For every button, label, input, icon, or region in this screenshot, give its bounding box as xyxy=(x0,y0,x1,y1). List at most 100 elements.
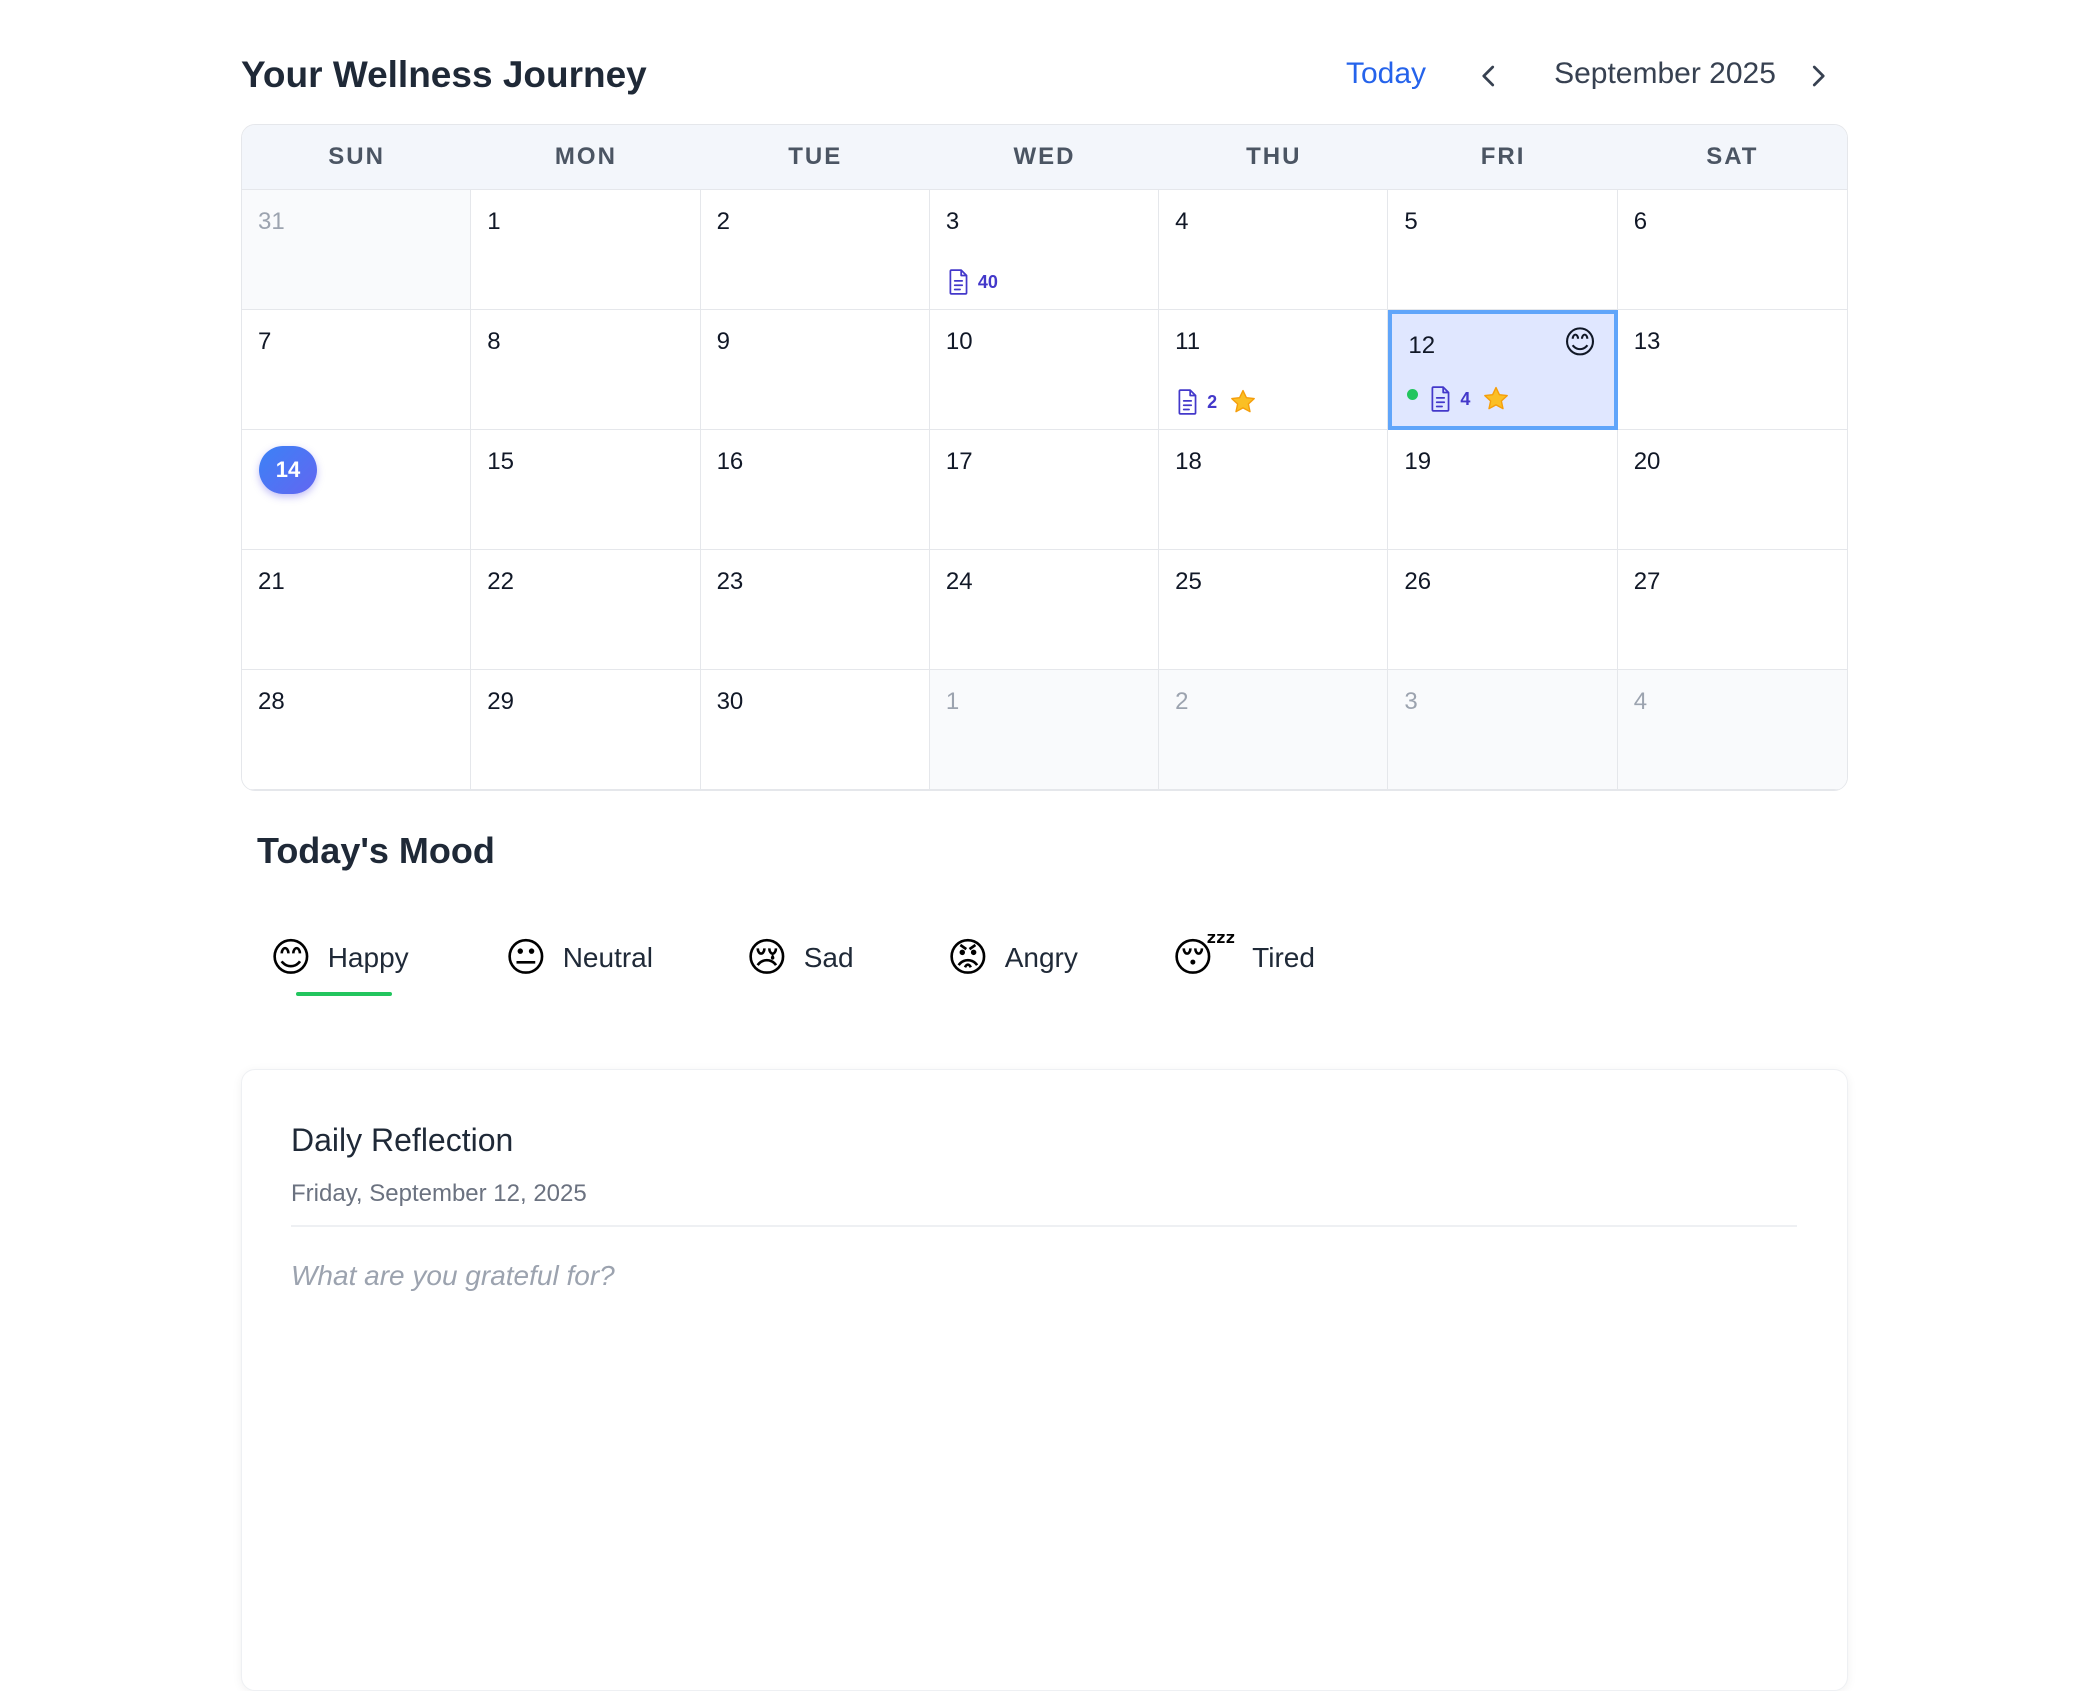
divider xyxy=(291,1225,1797,1227)
entry-count: 4 xyxy=(1460,388,1471,409)
calendar-day-today[interactable]: 14 xyxy=(242,430,472,550)
calendar-day[interactable]: 4 xyxy=(1617,670,1847,790)
star-icon xyxy=(1223,388,1257,416)
calendar-day[interactable]: 21 xyxy=(242,550,472,670)
day-number: 8 xyxy=(487,328,501,355)
day-number: 16 xyxy=(716,448,744,475)
mood-label: Sad xyxy=(803,942,854,973)
calendar-day[interactable]: 28 xyxy=(242,670,472,790)
day-number: 30 xyxy=(716,688,744,715)
weekday-header: WED xyxy=(1013,143,1076,170)
calendar-header: Your Wellness Journey Today September 20… xyxy=(241,50,1846,104)
day-number: 20 xyxy=(1633,448,1661,475)
calendar-day[interactable]: 25 xyxy=(1159,550,1389,670)
day-number: 21 xyxy=(258,568,285,595)
mood-emoji: 😢 xyxy=(746,936,788,980)
day-number: 18 xyxy=(1175,448,1202,475)
mood-indicator-dot xyxy=(1407,388,1419,400)
mood-label: Tired xyxy=(1252,942,1315,973)
mood-option-angry[interactable]: 😡 Angry xyxy=(947,930,1078,986)
calendar-day[interactable]: 4 xyxy=(1159,190,1389,310)
day-number: 15 xyxy=(487,448,514,475)
calendar-day[interactable]: 1 xyxy=(471,190,701,310)
calendar-day[interactable]: 8 xyxy=(471,310,701,430)
day-number: 26 xyxy=(1404,568,1432,595)
calendar-day[interactable]: 24 xyxy=(929,550,1160,670)
calendar-day[interactable]: 13 xyxy=(1617,310,1847,430)
mood-option-neutral[interactable]: 😐 Neutral xyxy=(505,930,653,986)
day-number: 12 xyxy=(1408,332,1436,359)
day-number: 11 xyxy=(1175,328,1201,355)
mood-option-tired[interactable]: 😴 Tired xyxy=(1172,930,1315,986)
day-number: 29 xyxy=(487,688,514,715)
daily-reflection-card: Daily Reflection Friday, September 12, 2… xyxy=(241,1069,1848,1691)
calendar-day[interactable]: 1 xyxy=(929,670,1160,790)
day-number: 14 xyxy=(259,446,317,494)
chevron-left-icon xyxy=(1482,65,1495,87)
day-indicators: 4 xyxy=(1407,385,1510,413)
day-number: 23 xyxy=(716,568,744,595)
calendar-day[interactable]: 22 xyxy=(471,550,701,670)
document-icon xyxy=(946,268,972,296)
calendar-day[interactable]: 7 xyxy=(242,310,472,430)
calendar-day[interactable]: 17 xyxy=(929,430,1160,550)
page-title: Your Wellness Journey xyxy=(241,54,647,95)
day-number: 3 xyxy=(1404,688,1418,715)
calendar-day[interactable]: 11 2 xyxy=(1159,310,1389,430)
calendar-day[interactable]: 3 xyxy=(1388,670,1618,790)
calendar-day[interactable]: 29 xyxy=(471,670,701,790)
mood-option-happy[interactable]: 😊 Happy xyxy=(270,930,409,986)
day-number: 5 xyxy=(1404,208,1418,235)
calendar-day[interactable]: 16 xyxy=(700,430,930,550)
day-number: 9 xyxy=(716,328,730,355)
calendar-day[interactable]: 2 xyxy=(700,190,930,310)
calendar-day[interactable]: 15 xyxy=(471,430,701,550)
entry-count: 40 xyxy=(977,271,998,292)
calendar-day[interactable]: 9 xyxy=(700,310,930,430)
reflection-date: Friday, September 12, 2025 xyxy=(291,1180,587,1207)
calendar-day[interactable]: 18 xyxy=(1159,430,1389,550)
calendar-day[interactable]: 2 xyxy=(1159,670,1389,790)
calendar-grid: SUN MON TUE WED THU FRI SAT 31 1 2 3 40 4 5 6 7 8… xyxy=(241,124,1848,791)
calendar-day[interactable]: 31 xyxy=(242,190,472,310)
calendar-day-selected[interactable]: 12 😊 4 xyxy=(1388,310,1618,430)
star-icon xyxy=(1476,385,1510,413)
day-number: 22 xyxy=(487,568,514,595)
weekday-header: SAT xyxy=(1706,143,1759,170)
calendar-day[interactable]: 3 40 xyxy=(929,190,1160,310)
calendar-day[interactable]: 10 xyxy=(929,310,1160,430)
day-indicators: 40 xyxy=(946,268,998,296)
calendar-day[interactable]: 5 xyxy=(1388,190,1618,310)
mood-section-title: Today's Mood xyxy=(257,830,495,871)
calendar-day[interactable]: 20 xyxy=(1617,430,1847,550)
day-number: 2 xyxy=(1175,688,1189,715)
day-number: 4 xyxy=(1175,208,1189,235)
day-number: 7 xyxy=(258,328,272,355)
day-number: 3 xyxy=(945,208,960,235)
today-button[interactable]: Today xyxy=(1346,57,1426,91)
next-month-button[interactable] xyxy=(1800,58,1836,94)
calendar-day[interactable]: 6 xyxy=(1617,190,1847,310)
calendar-day[interactable]: 26 xyxy=(1388,550,1618,670)
mood-option-sad[interactable]: 😢 Sad xyxy=(746,930,854,986)
calendar-day[interactable]: 23 xyxy=(700,550,930,670)
weekday-header: MON xyxy=(554,143,617,170)
day-number: 28 xyxy=(258,688,285,715)
chevron-right-icon xyxy=(1812,65,1825,87)
current-month-label: September 2025 xyxy=(1554,57,1776,90)
day-number: 1 xyxy=(487,208,501,235)
calendar-day[interactable]: 27 xyxy=(1617,550,1847,670)
day-number: 6 xyxy=(1633,208,1648,235)
calendar-day[interactable]: 30 xyxy=(700,670,930,790)
weekday-header: THU xyxy=(1246,143,1302,170)
weekday-header-row: SUN MON TUE WED THU FRI SAT xyxy=(242,125,1847,190)
calendar-day[interactable]: 19 xyxy=(1388,430,1618,550)
mood-emoji: 😡 xyxy=(947,936,989,980)
weekday-header: TUE xyxy=(788,143,843,170)
mood-emoji: 😴 xyxy=(1172,936,1237,980)
entry-count: 2 xyxy=(1207,391,1218,412)
day-number: 13 xyxy=(1633,328,1661,355)
reflection-input[interactable] xyxy=(291,1260,1797,1640)
previous-month-button[interactable] xyxy=(1471,58,1507,94)
mood-selector: 😊 Happy 😐 Neutral 😢 Sad 😡 Angry 😴 Tired xyxy=(270,930,1370,1010)
